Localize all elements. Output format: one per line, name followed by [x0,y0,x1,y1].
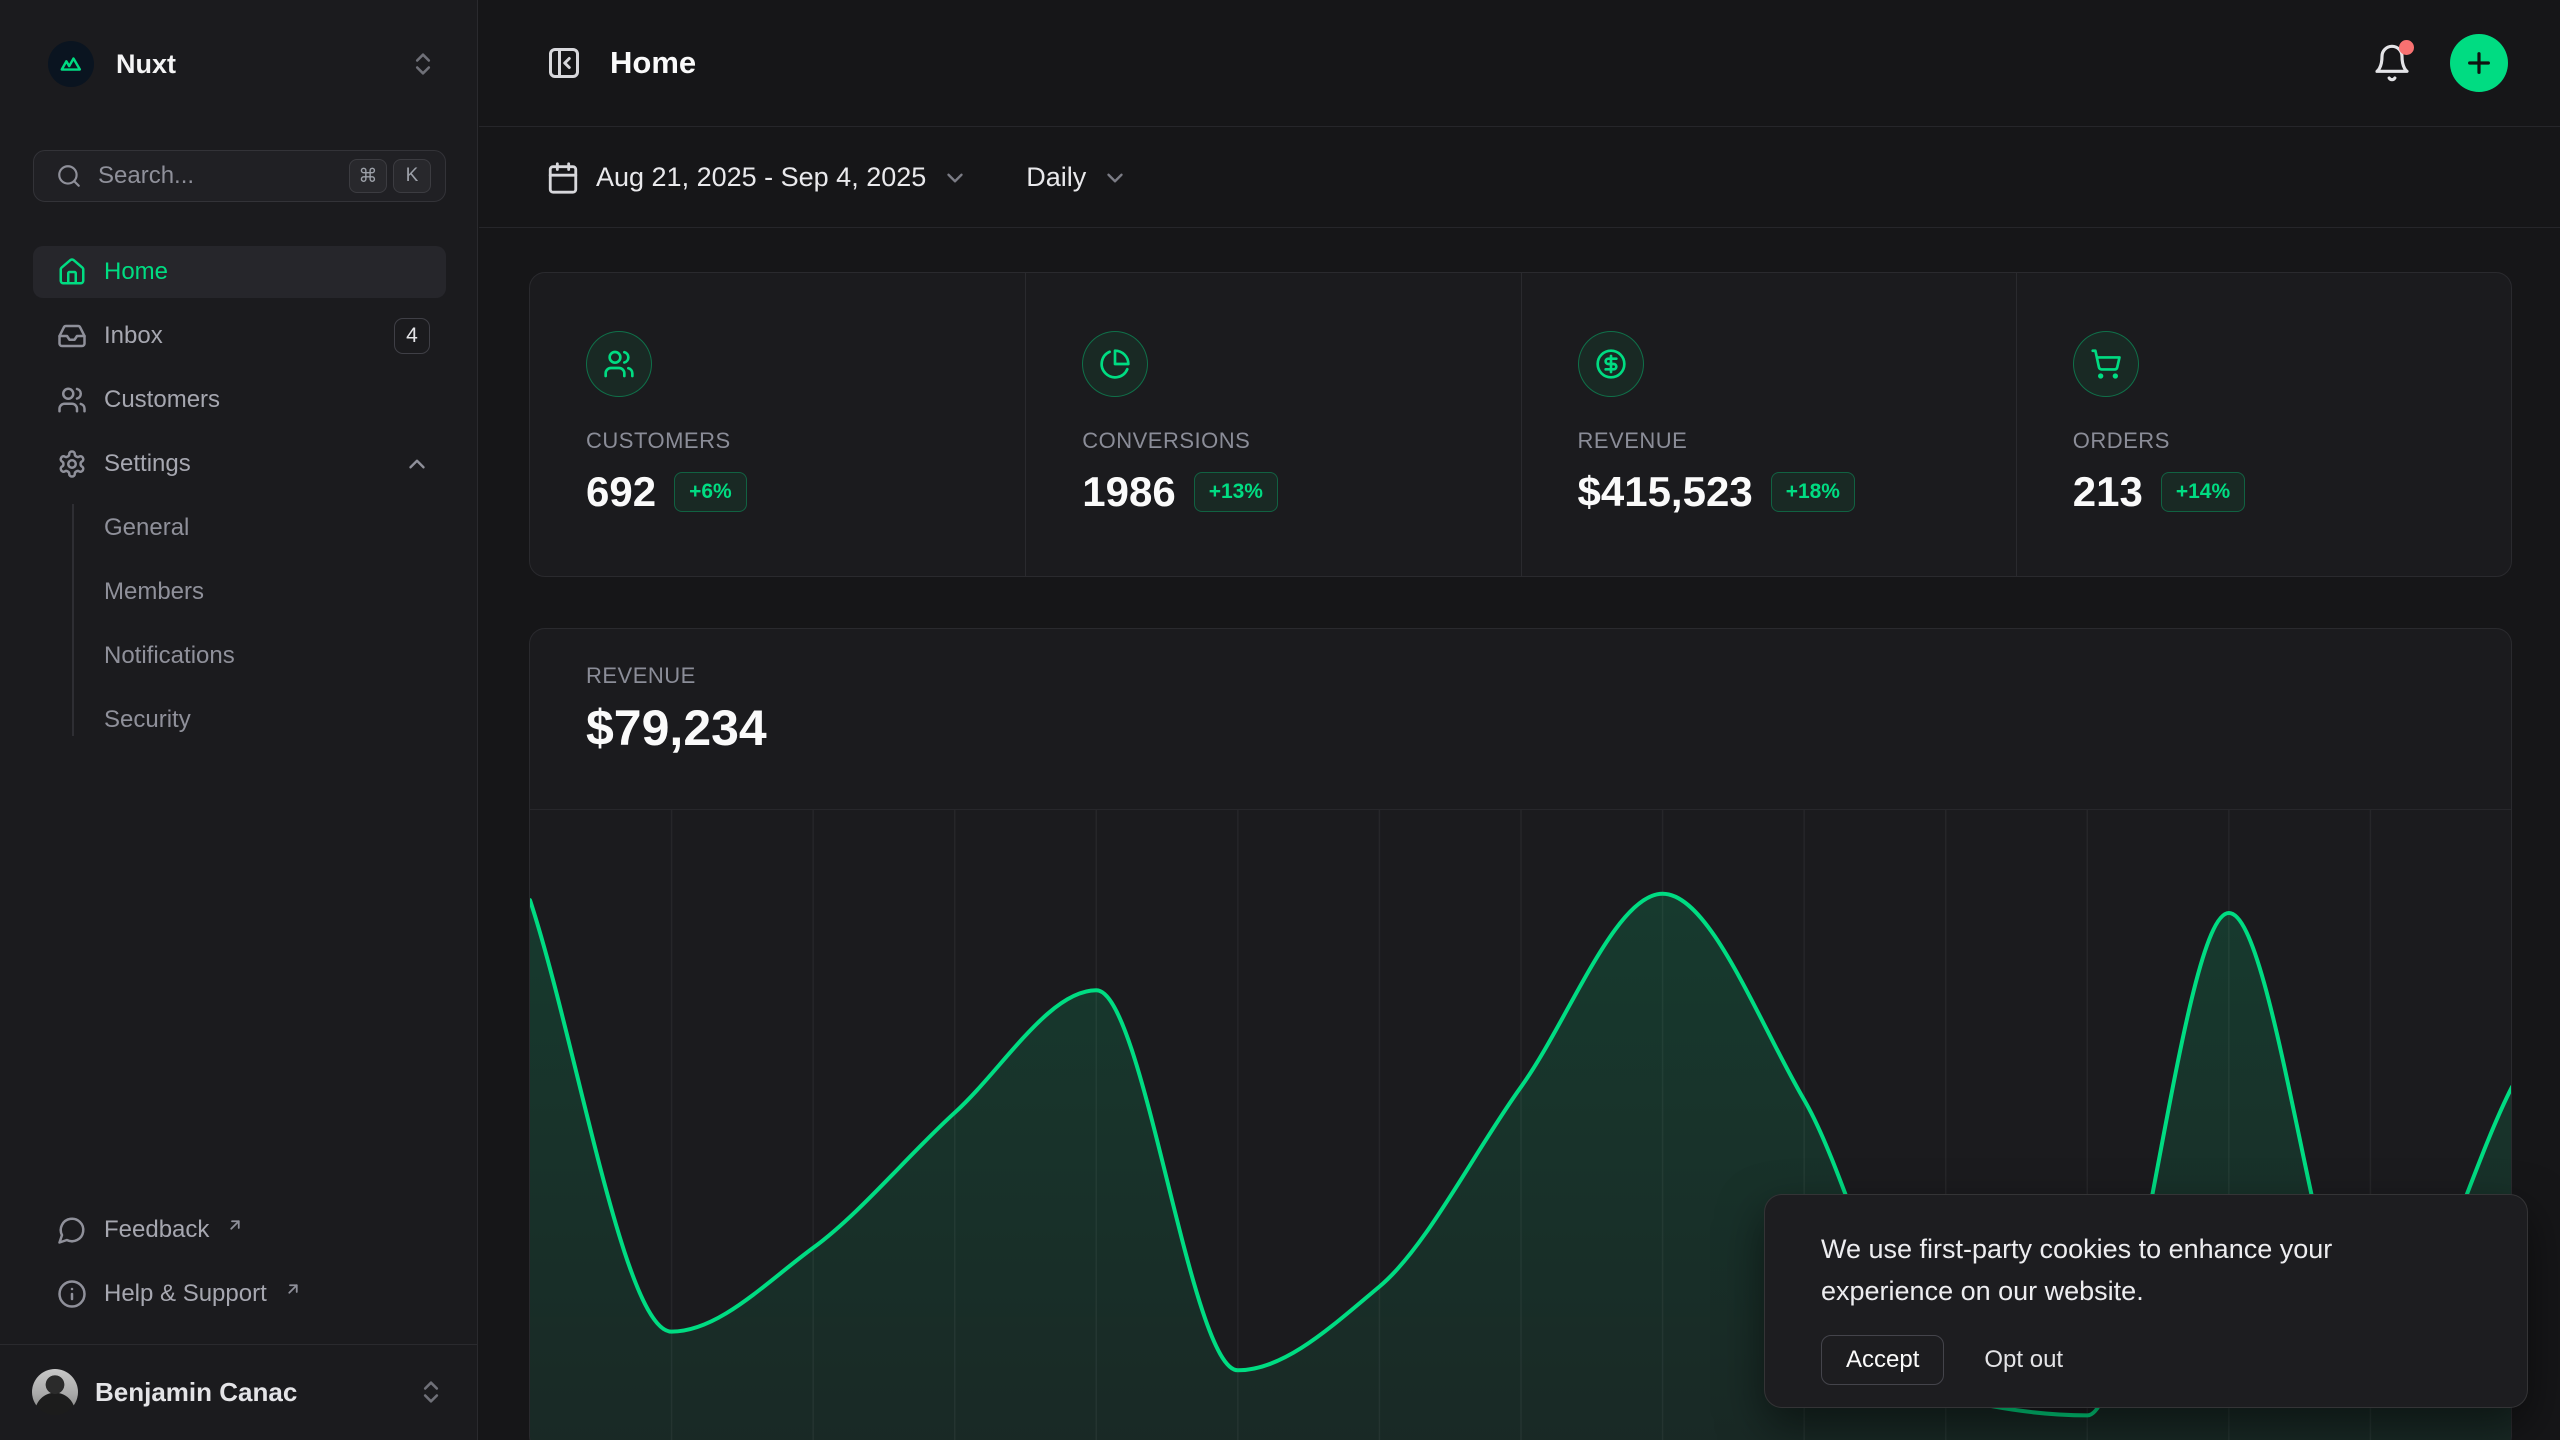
external-link-icon [284,1280,302,1298]
stat-delta-badge: +14% [2161,472,2245,512]
sidebar-item-notifications[interactable]: Notifications [104,630,446,682]
stat-card-conversions[interactable]: CONVERSIONS 1986 +13% [1025,273,1520,576]
sidebar-item-inbox[interactable]: Inbox 4 [33,310,446,362]
settings-children: General Members Notifications Security [33,502,446,746]
chevrons-up-down-icon [417,1378,445,1406]
chevron-down-icon [1102,165,1128,191]
add-button[interactable] [2450,34,2508,92]
shopping-cart-icon [2090,348,2122,380]
sidebar-item-settings[interactable]: Settings [33,438,446,490]
sidebar-item-members[interactable]: Members [104,566,446,618]
feedback-label: Feedback [104,1216,209,1244]
search-input[interactable]: Search... ⌘ K [33,150,446,202]
stat-delta-badge: +6% [674,472,747,512]
feedback-link[interactable]: Feedback [33,1204,446,1256]
chevron-down-icon [942,165,968,191]
users-icon [603,348,635,380]
chevrons-up-down-icon [409,50,437,78]
stat-card-customers[interactable]: CUSTOMERS 692 +6% [530,273,1025,576]
inbox-icon [57,321,87,351]
sidebar-item-label: Inbox [104,322,163,350]
sidebar-item-customers[interactable]: Customers [33,374,446,426]
cookie-banner: We use first-party cookies to enhance yo… [1764,1194,2528,1408]
granularity-label: Daily [1026,162,1086,193]
search-shortcut: ⌘ K [349,159,431,193]
search-icon [56,163,82,189]
accept-button[interactable]: Accept [1821,1335,1944,1385]
revenue-label: REVENUE [586,663,2455,689]
gear-icon [57,449,87,479]
collapse-sidebar-icon[interactable] [546,45,582,81]
stat-delta-badge: +18% [1771,472,1855,512]
sidebar-footer: Feedback Help & Support [33,1204,446,1332]
help-support-link[interactable]: Help & Support [33,1268,446,1320]
sidebar-item-label: Customers [104,386,220,414]
message-circle-icon [57,1215,87,1245]
sidebar-divider [0,1344,477,1345]
notification-dot [2399,40,2414,55]
info-icon [57,1279,87,1309]
stat-value: $415,523 [1578,468,1753,516]
stat-delta-badge: +13% [1194,472,1278,512]
circle-dollar-icon [1595,348,1627,380]
nuxt-logo-icon [48,41,94,87]
home-icon [57,257,87,287]
stat-card-orders[interactable]: ORDERS 213 +14% [2016,273,2511,576]
stat-card-revenue[interactable]: REVENUE $415,523 +18% [1521,273,2016,576]
user-menu[interactable]: Benjamin Canac [16,1354,461,1430]
sidebar-item-label: Home [104,258,168,286]
sidebar-item-security[interactable]: Security [104,694,446,746]
revenue-value: $79,234 [586,699,2455,757]
pie-chart-icon [1099,348,1131,380]
sidebar: Nuxt Search... ⌘ K Home Inbox 4 [0,0,478,1440]
brand-name: Nuxt [116,49,176,80]
stat-value: 213 [2073,468,2143,516]
page-title: Home [610,45,696,81]
notifications-button[interactable] [2372,43,2412,83]
sidebar-item-label: Settings [104,450,191,478]
date-range-label: Aug 21, 2025 - Sep 4, 2025 [596,162,926,193]
stat-label: CUSTOMERS [586,428,985,454]
sidebar-item-home[interactable]: Home [33,246,446,298]
stat-value: 1986 [1082,468,1175,516]
external-link-icon [226,1216,244,1234]
kbd-k: K [393,159,431,193]
stats-row: CUSTOMERS 692 +6% CONVERSIONS 1986 +13% … [529,272,2512,577]
search-placeholder: Search... [98,162,194,190]
page-header: Home [479,0,2560,127]
avatar [32,1369,78,1415]
sidebar-item-general[interactable]: General [104,502,446,554]
stat-value: 692 [586,468,656,516]
stat-label: ORDERS [2073,428,2471,454]
stat-label: CONVERSIONS [1082,428,1480,454]
plus-icon [2463,47,2495,79]
workspace-switcher[interactable]: Nuxt [48,36,437,92]
date-range-picker[interactable]: Aug 21, 2025 - Sep 4, 2025 [546,161,968,195]
opt-out-button[interactable]: Opt out [1984,1346,2063,1374]
cookie-message: We use first-party cookies to enhance yo… [1821,1229,2441,1313]
chevron-up-icon [404,451,430,477]
sidebar-nav: Home Inbox 4 Customers Settings Ge [33,246,446,758]
user-name: Benjamin Canac [95,1377,297,1408]
help-support-label: Help & Support [104,1280,267,1308]
granularity-select[interactable]: Daily [1026,162,1128,193]
calendar-icon [546,161,580,195]
inbox-count-badge: 4 [394,318,430,354]
users-icon [57,385,87,415]
filters-toolbar: Aug 21, 2025 - Sep 4, 2025 Daily [479,128,2560,228]
kbd-cmd: ⌘ [349,159,387,193]
stat-label: REVENUE [1578,428,1976,454]
